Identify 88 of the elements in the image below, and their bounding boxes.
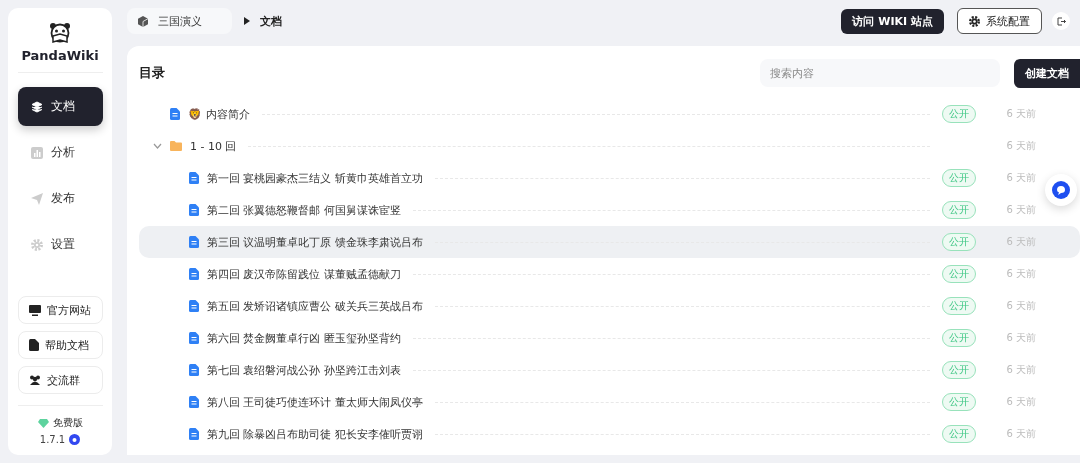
status-tag: 公开 xyxy=(942,201,976,219)
document-icon xyxy=(189,332,199,344)
document-title: 第六回 焚金阙董卓行凶 匿玉玺孙坚背约 xyxy=(207,330,401,346)
catalog-title: 目录 xyxy=(139,64,165,82)
current-page-label: 文档 xyxy=(260,13,282,29)
updated-time: 6 天前 xyxy=(1005,139,1036,153)
updated-time: 6 天前 xyxy=(1005,331,1036,345)
caret-icon xyxy=(244,17,250,25)
monitor-icon xyxy=(28,304,41,316)
document-icon xyxy=(189,364,199,376)
version-label: 1.7.1 xyxy=(39,434,66,445)
document-title: 内容简介 xyxy=(206,106,250,122)
tree-row[interactable]: 第九回 除暴凶吕布助司徒 犯长安李傕听贾诩 公开 6 天前 xyxy=(139,418,1080,450)
nav-item[interactable]: 文档 xyxy=(17,87,103,126)
status-tag: 公开 xyxy=(942,169,976,187)
diamond-icon xyxy=(37,418,49,428)
visit-wiki-button[interactable]: 访问 WIKI 站点 xyxy=(841,8,944,34)
status-tag: 公开 xyxy=(942,425,976,443)
document-icon xyxy=(189,300,199,312)
document-icon xyxy=(189,428,199,440)
status-tag: 公开 xyxy=(942,361,976,379)
tree-row[interactable]: 第七回 袁绍磐河战公孙 孙坚跨江击刘表 公开 6 天前 xyxy=(139,354,1080,386)
layers-icon xyxy=(30,100,43,113)
status-tag: 公开 xyxy=(942,233,976,251)
system-settings-button[interactable]: 系统配置 xyxy=(957,8,1042,34)
logout-icon xyxy=(1056,16,1066,26)
document-icon xyxy=(189,172,199,184)
document-icon xyxy=(189,268,199,280)
updated-time: 6 天前 xyxy=(1005,299,1036,313)
bar-chart-icon xyxy=(30,146,43,159)
document-title: 第二回 张翼德怒鞭督邮 何国舅谋诛宦竖 xyxy=(207,202,401,218)
document-title: 第一回 宴桃园豪杰三结义 斩黄巾英雄首立功 xyxy=(207,170,423,186)
updated-time: 6 天前 xyxy=(1005,107,1036,121)
status-tag: 公开 xyxy=(942,265,976,283)
logout-button[interactable] xyxy=(1052,12,1070,30)
status-tag: 公开 xyxy=(942,297,976,315)
sidebar-link-button[interactable]: 官方网站 xyxy=(17,296,103,324)
updated-time: 6 天前 xyxy=(1005,395,1036,409)
settings-icon xyxy=(969,15,980,27)
project-selector[interactable]: 三国演义 xyxy=(127,8,232,34)
status-tag: 公开 xyxy=(942,105,976,123)
updated-time: 6 天前 xyxy=(1005,203,1036,217)
status-tag: 公开 xyxy=(942,393,976,411)
updated-time: 6 天前 xyxy=(1005,363,1036,377)
document-title: 第九回 除暴凶吕布助司徒 犯长安李傕听贾诩 xyxy=(207,426,423,442)
sidebar-link-button[interactable]: 帮助文档 xyxy=(17,331,103,359)
document-icon xyxy=(189,204,199,216)
edition-label: 免费版 xyxy=(52,416,83,430)
nav-item[interactable]: 发布 xyxy=(17,179,103,218)
updated-time: 6 天前 xyxy=(1005,427,1036,441)
document-title: 第五回 发矫诏诸镇应曹公 破关兵三英战吕布 xyxy=(207,298,423,314)
updated-time: 6 天前 xyxy=(1005,171,1036,185)
document-icon xyxy=(170,108,180,120)
search-field[interactable]: 搜索内容 xyxy=(760,59,1000,87)
chevron-icon[interactable] xyxy=(152,143,162,149)
settings-icon xyxy=(30,238,43,251)
tree-row[interactable]: 🦁 内容简介 公开 6 天前 xyxy=(139,98,1080,130)
paper-plane-icon xyxy=(30,192,43,205)
tree-row[interactable]: 第五回 发矫诏诸镇应曹公 破关兵三英战吕布 公开 6 天前 xyxy=(139,290,1080,322)
update-icon xyxy=(69,434,81,445)
updated-time: 6 天前 xyxy=(1005,267,1036,281)
panda-logo-icon xyxy=(49,22,71,44)
tree-row[interactable]: 第一回 宴桃园豪杰三结义 斩黄巾英雄首立功 公开 6 天前 xyxy=(139,162,1080,194)
sidebar-link-button[interactable]: 交流群 xyxy=(17,366,103,394)
chat-bubble-icon xyxy=(1052,181,1070,199)
project-name: 三国演义 xyxy=(158,13,202,29)
status-tag: 公开 xyxy=(942,329,976,347)
tree-row[interactable]: 第八回 王司徒巧使连环计 董太师大闹凤仪亭 公开 6 天前 xyxy=(139,386,1080,418)
nav-item[interactable]: 设置 xyxy=(17,225,103,264)
document-title: 第七回 袁绍磐河战公孙 孙坚跨江击刘表 xyxy=(207,362,401,378)
emoji-icon: 🦁 xyxy=(188,107,202,121)
app-name: PandaWiki xyxy=(21,48,99,63)
tree-row[interactable]: 第四回 废汉帝陈留践位 谋董贼孟德献刀 公开 6 天前 xyxy=(139,258,1080,290)
tree-row[interactable]: 1 - 10 回 6 天前 xyxy=(139,130,1080,162)
document-title: 1 - 10 回 xyxy=(190,138,237,154)
document-title: 第八回 王司徒巧使连环计 董太师大闹凤仪亭 xyxy=(207,394,423,410)
nav-item[interactable]: 分析 xyxy=(17,133,103,172)
document-icon xyxy=(189,396,199,408)
tree-row[interactable]: 第六回 焚金阙董卓行凶 匿玉玺孙坚背约 公开 6 天前 xyxy=(139,322,1080,354)
document-title: 第四回 废汉帝陈留践位 谋董贼孟德献刀 xyxy=(207,266,401,282)
tree-row[interactable]: 第二回 张翼德怒鞭督邮 何国舅谋诛宦竖 公开 6 天前 xyxy=(139,194,1080,226)
document-icon xyxy=(189,236,199,248)
folder-icon xyxy=(170,141,182,151)
document-title: 第三回 议温明董卓叱丁原 馈金珠李肃说吕布 xyxy=(207,234,423,250)
people-icon xyxy=(28,375,41,385)
create-document-button[interactable]: 创建文档 xyxy=(1014,58,1080,88)
file-icon xyxy=(28,339,39,351)
cube-icon xyxy=(138,15,148,27)
